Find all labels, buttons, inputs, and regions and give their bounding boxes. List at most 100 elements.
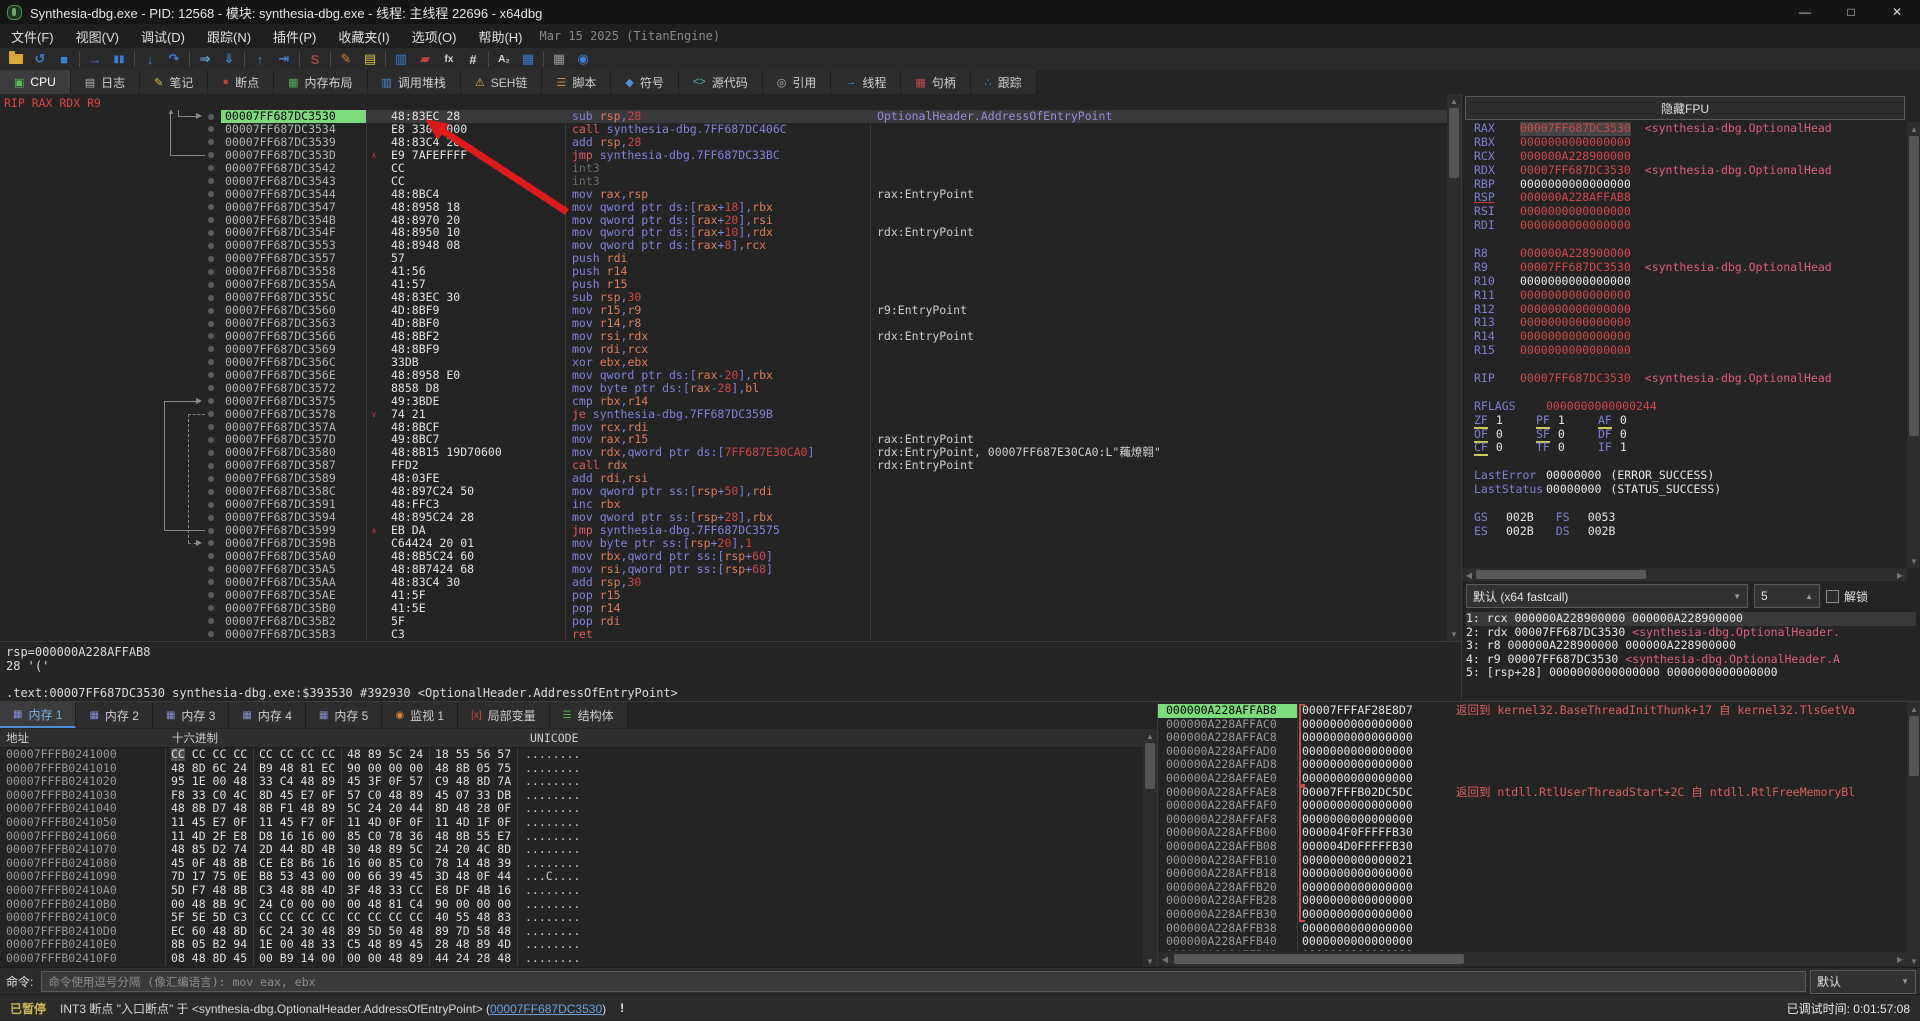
- breakpoint-dot[interactable]: [205, 239, 221, 252]
- disasm-row[interactable]: 00007FF687DC353048:83EC 28sub rsp,28Opti…: [0, 110, 1447, 123]
- register-lasterror[interactable]: LastError00000000(ERROR_SUCCESS): [1474, 469, 1904, 483]
- stack-row[interactable]: 000000A228AFFAC00000000000000000: [1158, 718, 1907, 732]
- breakpoint-dot[interactable]: [205, 498, 221, 511]
- register-r12[interactable]: R120000000000000000: [1474, 303, 1904, 317]
- tab-references[interactable]: ◎引用: [763, 70, 832, 94]
- stack-row[interactable]: 000000A228AFFAF00000000000000000: [1158, 799, 1907, 813]
- dump-rows[interactable]: 00007FFFB0241000CC CC CC CCCC CC CC CC48…: [0, 748, 1143, 968]
- hide-fpu-button[interactable]: 隐藏FPU: [1465, 96, 1905, 120]
- dump-row[interactable]: 00007FFFB024108045 0F 48 8BCE E8 B6 1616…: [0, 857, 1143, 871]
- disasm-row[interactable]: 00007FF687DC357D49:8BC7mov rax,r15rax:En…: [0, 433, 1447, 446]
- register-rbp[interactable]: RBP0000000000000000: [1474, 178, 1904, 192]
- breakpoint-dot[interactable]: [205, 382, 221, 395]
- disasm-row[interactable]: 00007FF687DC354B48:8970 20mov qword ptr …: [0, 214, 1447, 227]
- breakpoint-dot[interactable]: [205, 511, 221, 524]
- call-argument[interactable]: 5: [rsp+28] 0000000000000000 00000000000…: [1466, 666, 1916, 680]
- stack-row[interactable]: 000000A228AFFB280000000000000000: [1158, 894, 1907, 908]
- dump-row[interactable]: 00007FFFB0241000CC CC CC CCCC CC CC CC48…: [0, 748, 1143, 762]
- trace-into-icon[interactable]: ⇒: [193, 49, 217, 69]
- disasm-row[interactable]: 00007FF687DC35B3C3ret: [0, 628, 1447, 641]
- register-rcx[interactable]: RCX000000A228900000: [1474, 150, 1904, 164]
- breakpoint-dot[interactable]: [205, 563, 221, 576]
- calling-convention-select[interactable]: 默认 (x64 fastcall)▼: [1466, 584, 1748, 608]
- dump-row[interactable]: 00007FFFB02410B000 48 8B 9C24 C0 00 0000…: [0, 898, 1143, 912]
- disasm-row[interactable]: 00007FF687DC3599∧EB DAjmp synthesia-dbg.…: [0, 524, 1447, 537]
- tab-struct[interactable]: ☰结构体: [550, 702, 628, 728]
- call-argument[interactable]: 4: r9 00007FF687DC3530 <synthesia-dbg.Op…: [1466, 653, 1916, 667]
- stack-row[interactable]: 000000A228AFFAE00000000000000000: [1158, 772, 1907, 786]
- disasm-scrollbar[interactable]: ▲ ▼: [1447, 94, 1461, 641]
- breakpoint-dot[interactable]: [205, 356, 221, 369]
- tab-handles[interactable]: ▦句柄: [901, 70, 970, 94]
- disasm-row[interactable]: 00007FF687DC356C33DBxor ebx,ebx: [0, 356, 1447, 369]
- disasm-row[interactable]: 00007FF687DC355A41:57push r15: [0, 278, 1447, 291]
- register-rdx[interactable]: RDX00007FF687DC3530<synthesia-dbg.Option…: [1474, 164, 1904, 178]
- register-r10[interactable]: R100000000000000000: [1474, 275, 1904, 289]
- disasm-row[interactable]: 00007FF687DC35604D:8BF9mov r15,r9r9:Entr…: [0, 304, 1447, 317]
- breakpoint-dot[interactable]: [205, 201, 221, 214]
- execute-till-return-icon[interactable]: ↑: [248, 49, 272, 69]
- breakpoint-dot[interactable]: [205, 214, 221, 227]
- breakpoint-dot[interactable]: [205, 304, 221, 317]
- tab-dump-3[interactable]: ▦内存 3: [153, 702, 229, 728]
- disasm-row[interactable]: 00007FF687DC35B25Fpop rdi: [0, 615, 1447, 628]
- disasm-row[interactable]: 00007FF687DC35A548:8B7424 68mov rsi,qwor…: [0, 563, 1447, 576]
- disasm-row[interactable]: 00007FF687DC3578∨74 21je synthesia-dbg.7…: [0, 408, 1447, 421]
- stack-row[interactable]: 000000A228AFFB180000000000000000: [1158, 867, 1907, 881]
- disasm-row[interactable]: 00007FF687DC358948:03FEadd rdi,rsi: [0, 472, 1447, 485]
- stack-row[interactable]: 000000A228AFFAC80000000000000000: [1158, 731, 1907, 745]
- stack-row[interactable]: 000000A228AFFAB800007FFFAF28E8D7返回到 kern…: [1158, 704, 1907, 718]
- dump-row[interactable]: 00007FFFB02410A05D F7 48 8BC3 48 8B 4D3F…: [0, 884, 1143, 898]
- disasm-row[interactable]: 00007FF687DC3543CCint3: [0, 175, 1447, 188]
- registers-panel[interactable]: 隐藏FPU RAX00007FF687DC3530<synthesia-dbg.…: [1461, 94, 1920, 700]
- disasm-row[interactable]: 00007FF687DC359148:FFC3inc rbx: [0, 498, 1447, 511]
- breakpoint-dot[interactable]: [205, 485, 221, 498]
- tab-log[interactable]: ▤日志: [71, 70, 140, 94]
- register-rflags[interactable]: RFLAGS0000000000000244: [1474, 400, 1904, 414]
- patch-icon[interactable]: ✎: [334, 49, 358, 69]
- dump-row[interactable]: 00007FFFB024104048 8B D7 488B F1 48 895C…: [0, 802, 1143, 816]
- breakpoint-dot[interactable]: [205, 628, 221, 641]
- disasm-row[interactable]: 00007FF687DC3587FFD2call rdxrdx:EntryPoi…: [0, 459, 1447, 472]
- tab-notes[interactable]: ✎笔记: [140, 70, 208, 94]
- status-address-link[interactable]: 00007FF687DC3530: [490, 1002, 602, 1016]
- stack-row[interactable]: 000000A228AFFB08000004D0FFFFFB30: [1158, 840, 1907, 854]
- menu-跟踪[interactable]: 跟踪(N): [196, 24, 262, 48]
- breakpoint-dot[interactable]: [205, 446, 221, 459]
- register-rip[interactable]: RIP00007FF687DC3530<synthesia-dbg.Option…: [1474, 372, 1904, 386]
- stack-row[interactable]: 000000A228AFFB100000000000000021: [1158, 854, 1907, 868]
- breakpoint-dot[interactable]: [205, 421, 221, 434]
- tab-seh-chain[interactable]: ⚠SEH链: [461, 70, 543, 94]
- stack-panel[interactable]: 000000A228AFFAB800007FFFAF28E8D7返回到 kern…: [1157, 702, 1920, 968]
- breakpoint-dot[interactable]: [205, 317, 221, 330]
- command-input[interactable]: [41, 971, 1806, 992]
- arg-count-spinner[interactable]: 5▲: [1754, 584, 1820, 608]
- disasm-row[interactable]: 00007FF687DC353948:83C4 28add rsp,28: [0, 136, 1447, 149]
- stack-vscrollbar[interactable]: ▲ ▼: [1907, 702, 1920, 968]
- breakpoint-dot[interactable]: [205, 550, 221, 563]
- register-r9[interactable]: R900007FF687DC3530<synthesia-dbg.Optiona…: [1474, 261, 1904, 275]
- disasm-row[interactable]: 00007FF687DC358048:8B15 19D70600mov rdx,…: [0, 446, 1447, 459]
- breakpoint-dot[interactable]: [205, 226, 221, 239]
- tab-dump-1[interactable]: ▦内存 1: [0, 702, 76, 728]
- run-to-user-code-icon[interactable]: ⇥: [272, 49, 296, 69]
- stack-row[interactable]: 000000A228AFFB480000000000000000: [1158, 949, 1907, 951]
- dump-row[interactable]: 00007FFFB02410D0EC 60 48 8D6C 24 30 4889…: [0, 925, 1143, 939]
- dump-row[interactable]: 00007FFFB02410F008 48 8D 4500 B9 14 0000…: [0, 952, 1143, 966]
- disasm-row[interactable]: 00007FF687DC355C48:83EC 30sub rsp,30: [0, 291, 1447, 304]
- step-into-icon[interactable]: ↓: [138, 49, 162, 69]
- dump-row[interactable]: 00007FFFB024106011 4D 2F E8D8 16 16 0085…: [0, 830, 1143, 844]
- dump-row[interactable]: 00007FFFB02410907D 17 75 0EB8 53 43 0000…: [0, 870, 1143, 884]
- register-r8[interactable]: R8000000A228900000: [1474, 247, 1904, 261]
- run-icon[interactable]: →: [83, 49, 107, 69]
- breakpoint-dot[interactable]: [205, 395, 221, 408]
- tab-dump-4[interactable]: ▦内存 4: [229, 702, 305, 728]
- tab-dump-2[interactable]: ▦内存 2: [76, 702, 152, 728]
- stack-row[interactable]: 000000A228AFFAF80000000000000000: [1158, 813, 1907, 827]
- stack-row[interactable]: 000000A228AFFB400000000000000000: [1158, 935, 1907, 949]
- menu-文件[interactable]: 文件(F): [0, 24, 65, 48]
- tab-cpu[interactable]: ▣CPU: [0, 70, 71, 94]
- breakpoint-dot[interactable]: [205, 524, 221, 537]
- register-rsi[interactable]: RSI0000000000000000: [1474, 205, 1904, 219]
- menu-选项[interactable]: 选项(O): [401, 24, 468, 48]
